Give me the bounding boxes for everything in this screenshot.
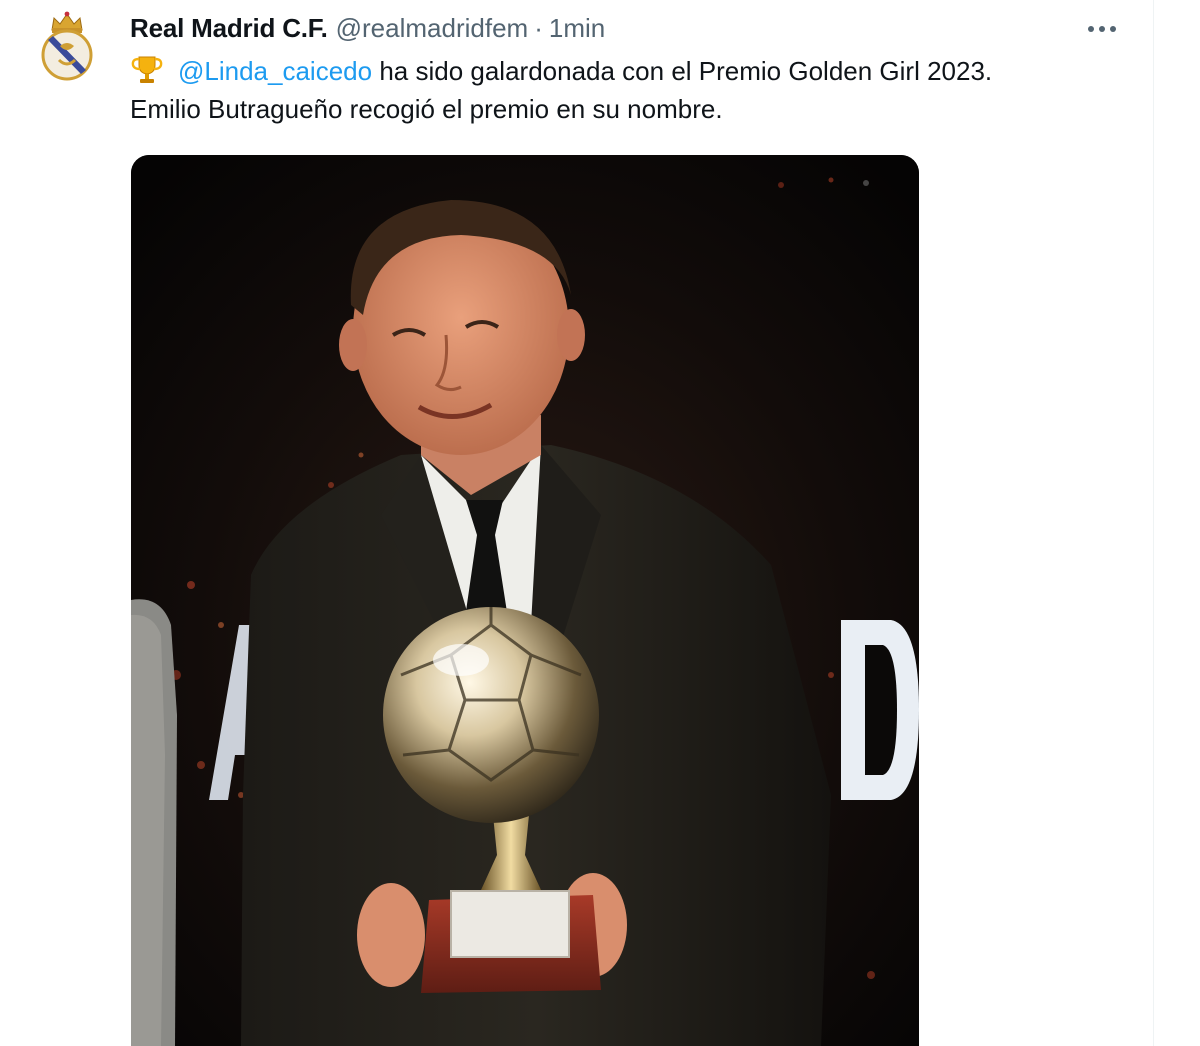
tweet-text-rest: ha sido galardonada con el Premio Golden… — [372, 56, 993, 86]
tweet[interactable]: Real Madrid C.F. @realmadridfem · 1min @… — [0, 0, 1200, 1046]
photo-illustration — [131, 155, 919, 1046]
author-name[interactable]: Real Madrid C.F. — [130, 12, 328, 44]
more-button[interactable] — [1080, 14, 1124, 44]
trophy-emoji-icon — [131, 56, 163, 83]
tweet-text-line-1: @Linda_caicedo ha sido galardonada con e… — [130, 52, 1130, 90]
author-handle[interactable]: @realmadridfem — [336, 12, 529, 44]
tweet-text: @Linda_caicedo ha sido galardonada con e… — [130, 52, 1130, 128]
mention-link[interactable]: @Linda_caicedo — [178, 56, 372, 86]
column-divider — [1153, 0, 1154, 1046]
real-madrid-crest-icon — [41, 11, 93, 81]
tweet-text-line-2: Emilio Butragueño recogió el premio en s… — [130, 94, 723, 124]
tweet-header: Real Madrid C.F. @realmadridfem · 1min — [130, 12, 605, 44]
tweet-photo[interactable] — [131, 155, 919, 1046]
avatar[interactable] — [38, 10, 96, 82]
tweet-timestamp[interactable]: 1min — [549, 12, 605, 44]
more-horizontal-icon — [1088, 26, 1116, 32]
header-separator: · — [534, 13, 543, 43]
